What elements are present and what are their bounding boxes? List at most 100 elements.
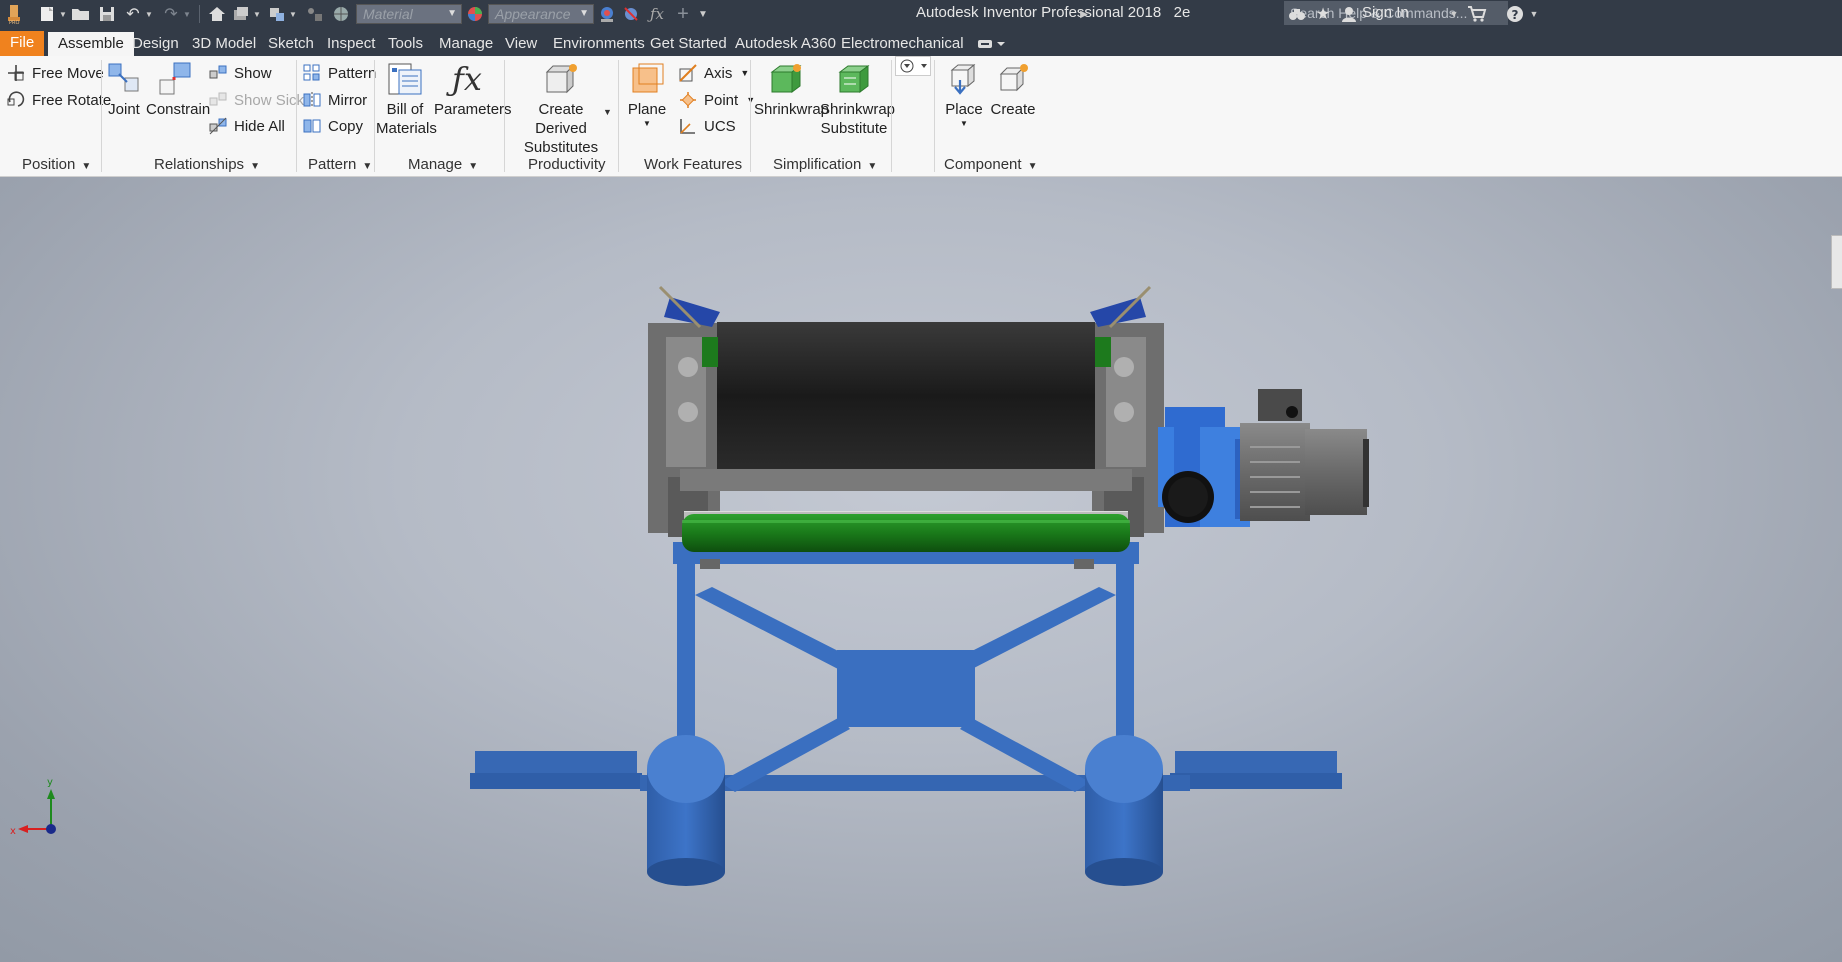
tab-view[interactable]: View: [495, 32, 547, 56]
tab-design[interactable]: Design: [122, 32, 189, 56]
copy-icon: [303, 119, 321, 133]
mirror-icon: [303, 92, 321, 108]
customize-dropdown-icon[interactable]: ▼: [696, 3, 710, 25]
binoculars-icon[interactable]: [1286, 3, 1308, 25]
inventor-logo-icon[interactable]: PRO: [4, 3, 24, 25]
create-component-icon: [999, 64, 1028, 92]
pattern-button[interactable]: Pattern: [302, 63, 376, 83]
free-rotate-button[interactable]: Free Rotate: [6, 90, 111, 110]
svg-text:PRO: PRO: [9, 20, 19, 25]
appearance-sphere-icon[interactable]: [464, 3, 486, 25]
panel-label-position[interactable]: Position ▼: [22, 156, 91, 173]
sws-label-line1: Shrinkwrap: [820, 101, 896, 118]
chevron-down-icon: ▼: [740, 68, 750, 78]
create-derived-substitutes-button[interactable]: Create Derived Substitutes: [512, 62, 610, 157]
select-icon[interactable]: [266, 3, 288, 25]
tab-get-started[interactable]: Get Started: [640, 32, 737, 56]
qa-separator: [199, 5, 200, 23]
tab-electromechanical[interactable]: Electromechanical: [831, 32, 974, 56]
show-button[interactable]: Show: [208, 63, 272, 83]
create-component-button[interactable]: Create: [990, 62, 1036, 119]
save-icon[interactable]: [96, 3, 118, 25]
tab-file[interactable]: File: [0, 31, 44, 56]
show-sick-button[interactable]: Show Sick: [208, 90, 304, 110]
update-dropdown-icon[interactable]: ▼: [252, 3, 262, 25]
update-icon[interactable]: [230, 3, 252, 25]
help-dropdown-icon[interactable]: ▼: [1528, 3, 1540, 25]
bill-of-materials-button[interactable]: Bill of Materials: [376, 62, 437, 138]
chevron-down-icon: ▼: [468, 161, 479, 172]
graphics-viewport[interactable]: x y: [0, 177, 1842, 962]
chevron-down-icon: ▼: [81, 161, 92, 172]
green-belt-roller[interactable]: [680, 469, 1132, 552]
star-icon[interactable]: ★: [1312, 3, 1334, 25]
parameters-button[interactable]: ƒx Parameters: [434, 62, 512, 119]
point-button[interactable]: Point▼: [678, 90, 755, 110]
globe-icon[interactable]: [330, 3, 352, 25]
select-dropdown-icon[interactable]: ▼: [288, 3, 298, 25]
ribbon-gallery-dropdown[interactable]: [895, 56, 931, 76]
frame-leg-right[interactable]: [1116, 562, 1134, 762]
tab-tools[interactable]: Tools: [378, 32, 433, 56]
user-icon[interactable]: [1338, 3, 1360, 25]
tab-sketch[interactable]: Sketch: [258, 32, 324, 56]
plus-icon[interactable]: +: [672, 3, 694, 25]
frame-center-plate[interactable]: [837, 650, 975, 727]
open-folder-icon[interactable]: [70, 3, 92, 25]
tab-3d-model[interactable]: 3D Model: [182, 32, 266, 56]
support-cylinder-left[interactable]: [647, 735, 725, 886]
constrain-button[interactable]: Constrain: [146, 62, 210, 119]
redo-icon[interactable]: ↷: [160, 3, 182, 25]
sign-in-dropdown-icon[interactable]: ▼: [1448, 3, 1460, 25]
fx-parameters-icon[interactable]: ƒx: [646, 3, 668, 25]
copy-button[interactable]: Copy: [302, 116, 363, 136]
tab-assemble[interactable]: Assemble: [48, 32, 134, 56]
frame-leg-left[interactable]: [677, 562, 695, 762]
tab-inspect[interactable]: Inspect: [317, 32, 385, 56]
electric-motor[interactable]: [1240, 389, 1369, 521]
panel-label-pattern[interactable]: Pattern ▼: [308, 156, 372, 173]
clear-appearance-icon[interactable]: [620, 3, 642, 25]
tab-autodesk-a360[interactable]: Autodesk A360: [725, 32, 846, 56]
new-dropdown-icon[interactable]: ▼: [58, 3, 68, 25]
help-icon[interactable]: ?: [1504, 3, 1526, 25]
place-button[interactable]: Place ▼: [942, 62, 986, 129]
new-file-icon[interactable]: [36, 3, 58, 25]
redo-dropdown-icon[interactable]: ▼: [182, 3, 192, 25]
panel-label-component[interactable]: Component ▼: [944, 156, 1037, 173]
sign-in-link[interactable]: Sign In: [1362, 4, 1409, 21]
plane-button[interactable]: Plane ▼: [624, 62, 670, 129]
hide-all-button[interactable]: Hide All: [208, 116, 285, 136]
tab-environments[interactable]: Environments: [543, 32, 655, 56]
shrinkwrap-substitute-button[interactable]: Shrinkwrap Substitute: [820, 62, 896, 138]
mirror-button[interactable]: Mirror: [302, 90, 367, 110]
material-dropdown[interactable]: Material ▼: [356, 4, 462, 24]
shrinkwrap-button[interactable]: Shrinkwrap: [754, 62, 829, 119]
chevron-down-icon[interactable]: ▼: [603, 107, 612, 117]
base-foot-right[interactable]: [1170, 751, 1342, 789]
chevron-down-icon: ▼: [579, 8, 589, 19]
home-icon[interactable]: [206, 3, 228, 25]
appearance-dropdown[interactable]: Appearance ▼: [488, 4, 594, 24]
cart-icon[interactable]: [1466, 3, 1488, 25]
panel-label-simplification[interactable]: Simplification ▼: [773, 156, 877, 173]
assembly-model[interactable]: x y: [0, 177, 1842, 962]
ucs-button[interactable]: UCS: [678, 116, 736, 136]
svg-text:?: ?: [1512, 8, 1519, 22]
measure-icon[interactable]: [304, 3, 326, 25]
panel-label-manage[interactable]: Manage ▼: [408, 156, 478, 173]
adjust-appearance-icon[interactable]: [596, 3, 618, 25]
joint-button[interactable]: Joint: [106, 62, 142, 119]
base-foot-left[interactable]: [470, 751, 642, 789]
free-move-button[interactable]: Free Move: [6, 63, 104, 83]
tab-manage[interactable]: Manage: [429, 32, 503, 56]
axis-button[interactable]: Axis ▼: [678, 63, 749, 83]
chevron-right-icon[interactable]: ▶: [1078, 3, 1090, 25]
support-cylinder-right[interactable]: [1085, 735, 1163, 886]
panel-label-relationships[interactable]: Relationships ▼: [154, 156, 260, 173]
undo-dropdown-icon[interactable]: ▼: [144, 3, 154, 25]
free-rotate-icon: [7, 91, 25, 107]
drum-roller[interactable]: [717, 322, 1095, 470]
ribbon-display-toggle[interactable]: [976, 36, 1006, 52]
undo-icon[interactable]: ↶: [122, 3, 144, 25]
